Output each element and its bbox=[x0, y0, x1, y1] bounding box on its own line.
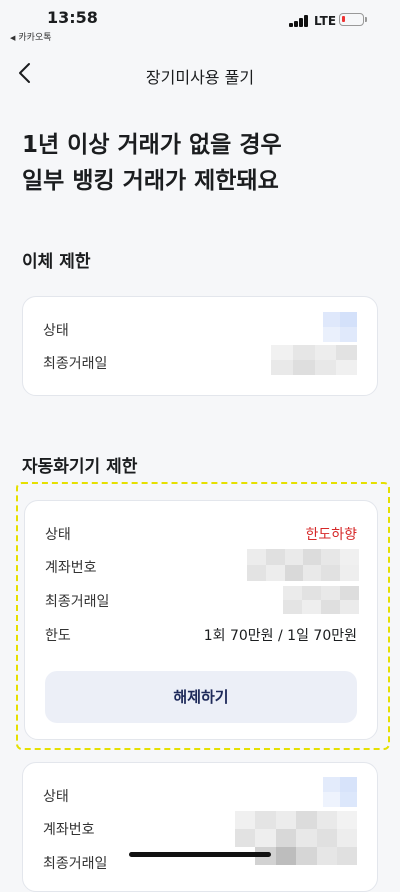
battery-icon bbox=[339, 13, 364, 26]
page-title: 장기미사용 풀기 bbox=[145, 68, 255, 87]
row-label: 상태 bbox=[43, 323, 69, 339]
row-label: 계좌번호 bbox=[43, 822, 95, 838]
home-indicator bbox=[129, 852, 271, 857]
highlight-box bbox=[16, 482, 390, 750]
redacted-value bbox=[271, 345, 357, 375]
transfer-section-title: 이체 제한 bbox=[22, 252, 91, 272]
transfer-status-row: 상태 bbox=[43, 320, 357, 342]
atm-section-title: 자동화기기 제한 bbox=[22, 457, 138, 477]
row-label: 최종거래일 bbox=[43, 356, 108, 372]
network-label: LTE bbox=[314, 14, 337, 28]
back-to-app-link[interactable]: ◀ 카카오톡 bbox=[10, 30, 52, 43]
card3-status-row: 상태 bbox=[43, 786, 357, 808]
headline: 1년 이상 거래가 없을 경우 일부 뱅킹 거래가 제한돼요 bbox=[22, 127, 282, 199]
row-label: 상태 bbox=[43, 789, 69, 805]
battery-tip bbox=[365, 17, 367, 22]
status-bar: 13:58 ◀ 카카오톡 LTE bbox=[0, 0, 400, 44]
back-app-label: 카카오톡 bbox=[18, 33, 52, 43]
signal-icon bbox=[289, 14, 313, 27]
transfer-card: 상태 최종거래일 bbox=[22, 296, 378, 396]
redacted-value bbox=[235, 811, 357, 881]
redacted-value bbox=[323, 777, 357, 807]
nav-bar: 장기미사용 풀기 bbox=[0, 50, 400, 96]
headline-line-1: 1년 이상 거래가 없을 경우 bbox=[22, 132, 282, 158]
redacted-value bbox=[323, 312, 357, 342]
back-triangle-icon: ◀ bbox=[10, 34, 16, 42]
third-card: 상태 계좌번호 최종거래일 bbox=[22, 762, 378, 892]
status-time: 13:58 bbox=[47, 8, 98, 27]
row-label: 최종거래일 bbox=[43, 856, 108, 872]
headline-line-2: 일부 뱅킹 거래가 제한돼요 bbox=[22, 168, 279, 194]
